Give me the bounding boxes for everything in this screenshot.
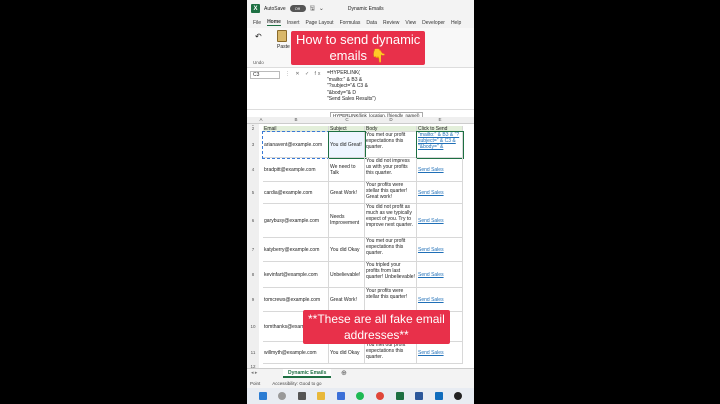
store-icon[interactable] [336,392,345,400]
windows-icon[interactable] [258,392,267,400]
table-cell-link[interactable]: Send Sales Results [417,342,463,364]
task-view-icon[interactable] [297,392,306,400]
table-cell-email[interactable]: arianavent@example.com [262,131,330,159]
column-header-d[interactable]: D [365,117,417,122]
outlook-icon[interactable] [434,392,443,400]
column-headers: A B C D E [247,117,474,124]
tab-developer[interactable]: Developer [422,20,445,26]
table-cell-body[interactable]: You met our profit expectations this qua… [365,238,417,262]
tab-file[interactable]: File [253,20,261,26]
tab-insert[interactable]: Insert [287,20,300,26]
table-cell-subject[interactable]: Unbelievable! [329,262,365,288]
row-header[interactable]: 6 [247,204,259,238]
table-cell-email[interactable]: willmyth@example.com [263,342,329,364]
table-cell-email[interactable]: tomcrews@example.com [263,288,329,312]
row-header[interactable]: 4 [247,158,259,182]
table-cell-link[interactable]: Send Sales Results [417,262,463,288]
table-cell-link[interactable]: Send Sales Results [417,158,463,182]
spotify-icon[interactable] [356,392,365,400]
table-cell-link[interactable]: "mailto:" & B3 & "?subject=" & C3 & "&bo… [416,131,464,159]
table-cell-email[interactable]: katyberry@example.com [263,238,329,262]
search-icon[interactable] [278,392,287,400]
excel-window: X AutoSave Off 🖫 ⌄ Dynamic Emails File H… [247,0,474,404]
tab-home[interactable]: Home [267,19,281,26]
name-box[interactable]: C3 [250,71,280,79]
table-cell-subject[interactable]: We need to Talk [329,158,365,182]
table-cell-email[interactable]: garybusy@example.com [263,204,329,238]
table-cell-email[interactable]: bradpitt@example.com [263,158,329,182]
row-header[interactable]: 11 [247,342,259,364]
table-cell-link[interactable]: Send Sales Results [417,288,463,312]
undo-group-label: Undo [253,60,264,65]
formula-line: "Send Sales Results") [327,96,376,102]
chrome-icon[interactable] [376,392,385,400]
table-cell-link[interactable]: Send Sales Results [417,204,463,238]
sheet-tab-dynamic-emails[interactable]: Dynamic Emails [283,369,332,378]
table-cell-body[interactable]: You did not impress us with your profits… [365,158,417,182]
ribbon-tabs: File Home Insert Page Layout Formulas Da… [247,17,474,28]
table-cell-subject[interactable]: You did Okay [329,238,365,262]
row-header[interactable]: 9 [247,288,259,312]
windows-taskbar [247,388,474,404]
status-mode: Point [250,380,261,386]
row-header[interactable]: 8 [247,262,259,288]
tab-help[interactable]: Help [451,20,461,26]
formula-bar: C3 ⋮ ✕ ✓ fx =HYPERLINK( "mailto:" & B3 &… [247,70,474,110]
document-title: Dynamic Emails [347,5,384,12]
table-cell-email[interactable]: kevinfart@example.com [263,262,329,288]
folder-icon[interactable] [317,392,326,400]
formula-bar-icons[interactable]: ⋮ ✕ ✓ fx [285,71,322,77]
table-cell-subject[interactable]: You did Okay [329,342,365,364]
row-header[interactable]: 10 [247,312,259,342]
tab-formulas[interactable]: Formulas [340,20,361,26]
tab-review[interactable]: Review [383,20,399,26]
excel-logo-icon: X [251,4,260,13]
save-icon[interactable]: 🖫 [310,4,315,14]
tab-data[interactable]: Data [366,20,377,26]
autosave-toggle[interactable]: Off [289,5,306,12]
autosave-label: AutoSave [264,5,286,12]
table-cell-body[interactable]: You met our profit expectations this qua… [365,342,417,364]
row-header[interactable]: 5 [247,182,259,204]
obs-icon[interactable] [454,392,463,400]
add-sheet-icon[interactable]: ⊕ [341,369,347,377]
row-header[interactable]: 3 [247,132,259,158]
table-cell-link[interactable]: Send Sales Results [417,238,463,262]
table-cell-body[interactable]: You did not profit as much as we typical… [365,204,417,238]
table-cell-subject[interactable]: Needs Improvement [329,204,365,238]
row-header[interactable]: 7 [247,238,259,262]
accessibility-status[interactable]: Accessibility: Good to go [272,381,321,386]
column-header-b[interactable]: B [263,117,329,122]
tab-page-layout[interactable]: Page Layout [305,20,333,26]
undo-icon[interactable]: ↶ [255,32,262,41]
table-cell-body[interactable]: You tripled your profits from last quart… [365,262,417,288]
caption-top: How to send dynamic emails 👇 [291,31,426,65]
table-cell-email[interactable]: cardia@example.com [263,182,329,204]
status-bar: Point Accessibility: Good to go [247,378,474,388]
sheet-tab-bar: ◂ ▸ Dynamic Emails ⊕ [247,368,474,378]
excel-icon[interactable] [395,392,404,400]
chevron-down-icon[interactable]: ⌄ [319,5,324,12]
column-header-e[interactable]: E [417,117,463,122]
table-cell-link[interactable]: Send Sales Results [417,182,463,204]
table-cell-subject[interactable]: Great Work! [329,182,365,204]
caption-bottom: **These are all fake email addresses** [303,310,450,344]
table-cell-body[interactable]: Your profits were stellar this quarter! [365,288,417,312]
formula-input[interactable]: =HYPERLINK( "mailto:" & B3 & "?subject="… [327,70,472,103]
word-icon[interactable] [415,392,424,400]
table-cell-body[interactable]: Your profits were stellar this quarter! … [365,182,417,204]
table-cell-subject[interactable]: Great Work! [329,288,365,312]
table-cell-body[interactable]: You met our profit expectations this qua… [365,132,417,158]
title-bar: X AutoSave Off 🖫 ⌄ Dynamic Emails [247,0,474,17]
paste-icon[interactable] [277,30,287,42]
paste-button[interactable]: Paste [277,44,290,50]
column-header-c[interactable]: C [329,117,365,122]
tab-view[interactable]: View [405,20,416,26]
table-cell-subject[interactable]: You did Great! [328,131,366,159]
sheet-nav-icon[interactable]: ◂ ▸ [251,370,257,376]
